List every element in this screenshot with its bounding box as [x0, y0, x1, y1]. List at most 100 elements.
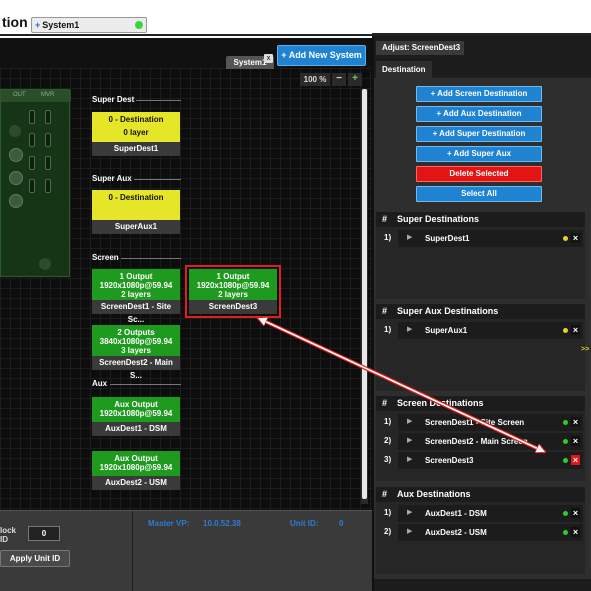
list-item[interactable]: 1) ▶ SuperAux1 ×: [376, 321, 585, 340]
apply-unit-id-button[interactable]: Apply Unit ID: [0, 550, 70, 567]
aux-dest-card[interactable]: Aux Output 1920x1080p@59.94 AuxDest2 - U…: [92, 451, 180, 490]
card-body: Aux Output 1920x1080p@59.94: [92, 397, 180, 422]
delete-icon[interactable]: ×: [571, 233, 580, 243]
close-icon[interactable]: x: [264, 54, 273, 63]
row-name: ScreenDest3: [425, 456, 474, 465]
list-item[interactable]: 1) ▶ ScreenDest1 - Site Screen ×: [376, 413, 585, 432]
card-body: 0 - Destination 0 layer: [92, 112, 180, 142]
list-item-body: ▶ SuperAux1 ×: [398, 322, 583, 339]
system-selector[interactable]: + System1: [31, 17, 147, 33]
master-vp-label: Master VP:: [148, 519, 190, 528]
adjust-tabs: Adjust: ScreenDest3 Destination: [374, 36, 591, 78]
card-line: 1920x1080p@59.94: [99, 463, 173, 472]
chevron-right-icon[interactable]: ▶: [407, 233, 412, 241]
card-footer: ScreenDest1 - Site Sc...: [92, 300, 180, 324]
list-item[interactable]: 1) ▶ AuxDest1 - DSM ×: [376, 504, 585, 523]
status-icon: [563, 530, 568, 535]
delete-icon[interactable]: ×: [571, 508, 580, 518]
card-line: Aux Output: [114, 454, 158, 463]
super-aux-card[interactable]: 0 - Destination SuperAux1: [92, 190, 180, 234]
select-all-button[interactable]: Select All: [416, 186, 542, 202]
divider: [134, 179, 181, 180]
tab-destination[interactable]: Destination: [376, 61, 432, 78]
delete-icon[interactable]: ×: [571, 325, 580, 335]
card-footer: AuxDest1 - DSM: [92, 422, 180, 436]
chevron-right-icon[interactable]: ▶: [407, 436, 412, 444]
section-super-aux: Super Aux: [92, 174, 132, 183]
list-item[interactable]: 2) ▶ ScreenDest2 - Main Screen ×: [376, 432, 585, 451]
zoom-in-button[interactable]: +: [348, 73, 362, 86]
screen-dest-card[interactable]: 1 Output 1920x1080p@59.94 2 layers Scree…: [92, 269, 180, 324]
collapse-panel-icon[interactable]: >>: [581, 346, 589, 353]
chevron-right-icon[interactable]: ▶: [407, 455, 412, 463]
tab-adjust[interactable]: Adjust: ScreenDest3: [376, 41, 464, 55]
card-line: 3 layers: [121, 346, 151, 355]
delete-selected-button[interactable]: Delete Selected: [416, 166, 542, 182]
screen-dest-card[interactable]: 2 Outputs 3840x1080p@59.94 3 layers Scre…: [92, 325, 180, 380]
title-bar: tion + System1: [0, 0, 591, 36]
row-name: SuperAux1: [425, 326, 468, 335]
delete-icon[interactable]: ×: [571, 436, 580, 446]
device-col-out: OUT: [13, 92, 26, 98]
list-item-body: ▶ AuxDest1 - DSM ×: [398, 505, 583, 522]
zoom-out-button[interactable]: −: [332, 73, 346, 86]
row-number: 1): [384, 508, 392, 517]
add-new-system-button[interactable]: + Add New System: [277, 45, 366, 66]
canvas-scrollbar[interactable]: [361, 89, 368, 504]
row-name: AuxDest1 - DSM: [425, 509, 487, 518]
chevron-right-icon[interactable]: ▶: [407, 527, 412, 535]
hash-icon: #: [382, 489, 388, 499]
connector-icon: [9, 194, 23, 208]
zoom-level: 100 %: [300, 73, 330, 86]
unit-id-value: 0: [339, 519, 344, 528]
scrollbar-thumb[interactable]: [362, 89, 367, 499]
section-title: Screen Destinations: [397, 398, 484, 408]
card-line: 0 - Destination: [108, 115, 164, 124]
slot-icon: [29, 156, 35, 170]
divider: [136, 100, 181, 101]
super-dest-card[interactable]: 0 - Destination 0 layer SuperDest1: [92, 112, 180, 156]
row-number: 3): [384, 455, 392, 464]
row-number: 1): [384, 325, 392, 334]
section-screen: Screen: [92, 253, 119, 262]
delete-icon[interactable]: ×: [571, 455, 580, 465]
add-super-aux-button[interactable]: + Add Super Aux: [416, 146, 542, 162]
row-name: SuperDest1: [425, 234, 470, 243]
super-aux-destinations-list: 1) ▶ SuperAux1 ×: [376, 319, 585, 391]
list-item[interactable]: 1) ▶ SuperDest1 ×: [376, 229, 585, 248]
delete-icon[interactable]: ×: [571, 527, 580, 537]
row-name: ScreenDest1 - Site Screen: [425, 418, 525, 427]
row-number: 2): [384, 436, 392, 445]
card-line: 0 layer: [123, 128, 149, 137]
screen-destinations-header: # Screen Destinations: [376, 396, 585, 411]
aux-dest-card[interactable]: Aux Output 1920x1080p@59.94 AuxDest1 - D…: [92, 397, 180, 436]
divider: [110, 384, 181, 385]
row-name: ScreenDest2 - Main Screen: [425, 437, 528, 446]
hash-icon: #: [382, 398, 388, 408]
unit-id-input[interactable]: 0: [28, 526, 60, 541]
chevron-right-icon[interactable]: ▶: [407, 417, 412, 425]
card-line: Aux Output: [114, 400, 158, 409]
delete-icon[interactable]: ×: [571, 417, 580, 427]
card-line: 3840x1080p@59.94: [99, 337, 173, 346]
list-item[interactable]: 2) ▶ AuxDest2 - USM ×: [376, 523, 585, 542]
zoom-controls: 100 % − +: [300, 73, 362, 86]
screen-dest-card-selected[interactable]: 1 Output 1920x1080p@59.94 2 layers Scree…: [185, 265, 281, 318]
list-item-body: ▶ SuperDest1 ×: [398, 230, 583, 247]
device-col-mvr: MVR: [41, 92, 55, 98]
card-footer: SuperDest1: [92, 142, 180, 156]
chevron-right-icon[interactable]: ▶: [407, 508, 412, 516]
add-screen-destination-button[interactable]: + Add Screen Destination: [416, 86, 542, 102]
list-item[interactable]: 3) ▶ ScreenDest3 ×: [376, 451, 585, 470]
status-icon: [563, 511, 568, 516]
device-panel[interactable]: OUT MVR: [0, 89, 71, 277]
add-super-destination-button[interactable]: + Add Super Destination: [416, 126, 542, 142]
card-footer: AuxDest2 - USM: [92, 476, 180, 490]
status-dot-icon: [135, 21, 143, 29]
app-title: tion: [2, 14, 28, 30]
add-aux-destination-button[interactable]: + Add Aux Destination: [416, 106, 542, 122]
status-icon: [563, 458, 568, 463]
system-selector-label: System1: [42, 20, 80, 30]
chevron-right-icon[interactable]: ▶: [407, 325, 412, 333]
section-title: Super Destinations: [397, 214, 480, 224]
